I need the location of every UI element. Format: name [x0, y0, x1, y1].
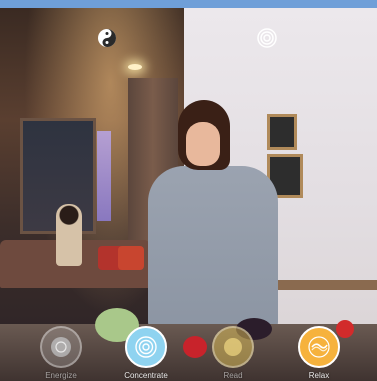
mode-label: Energize — [45, 371, 77, 380]
mode-energize[interactable]: Energize — [26, 326, 96, 380]
cushion — [118, 246, 144, 270]
mode-relax[interactable]: Relax — [284, 326, 354, 380]
mode-label: Read — [223, 371, 243, 380]
status-accent-bar — [0, 0, 377, 8]
mode-concentrate[interactable]: Concentrate — [111, 326, 181, 380]
ceiling-light — [128, 64, 142, 70]
yin-yang-icon[interactable] — [96, 27, 118, 49]
seated-person — [56, 204, 82, 266]
energize-icon — [40, 326, 82, 368]
app-screen: Energize Concentrate Read Relax — [0, 0, 377, 381]
mode-label: Concentrate — [124, 371, 168, 380]
mode-label: Relax — [308, 371, 330, 380]
kitchen-shelf — [270, 280, 377, 290]
concentric-circles-icon[interactable] — [256, 27, 278, 49]
relax-icon — [298, 326, 340, 368]
read-icon — [212, 326, 254, 368]
woman-cooking — [148, 100, 278, 330]
mode-read[interactable]: Read — [198, 326, 268, 380]
concentrate-icon — [125, 326, 167, 368]
